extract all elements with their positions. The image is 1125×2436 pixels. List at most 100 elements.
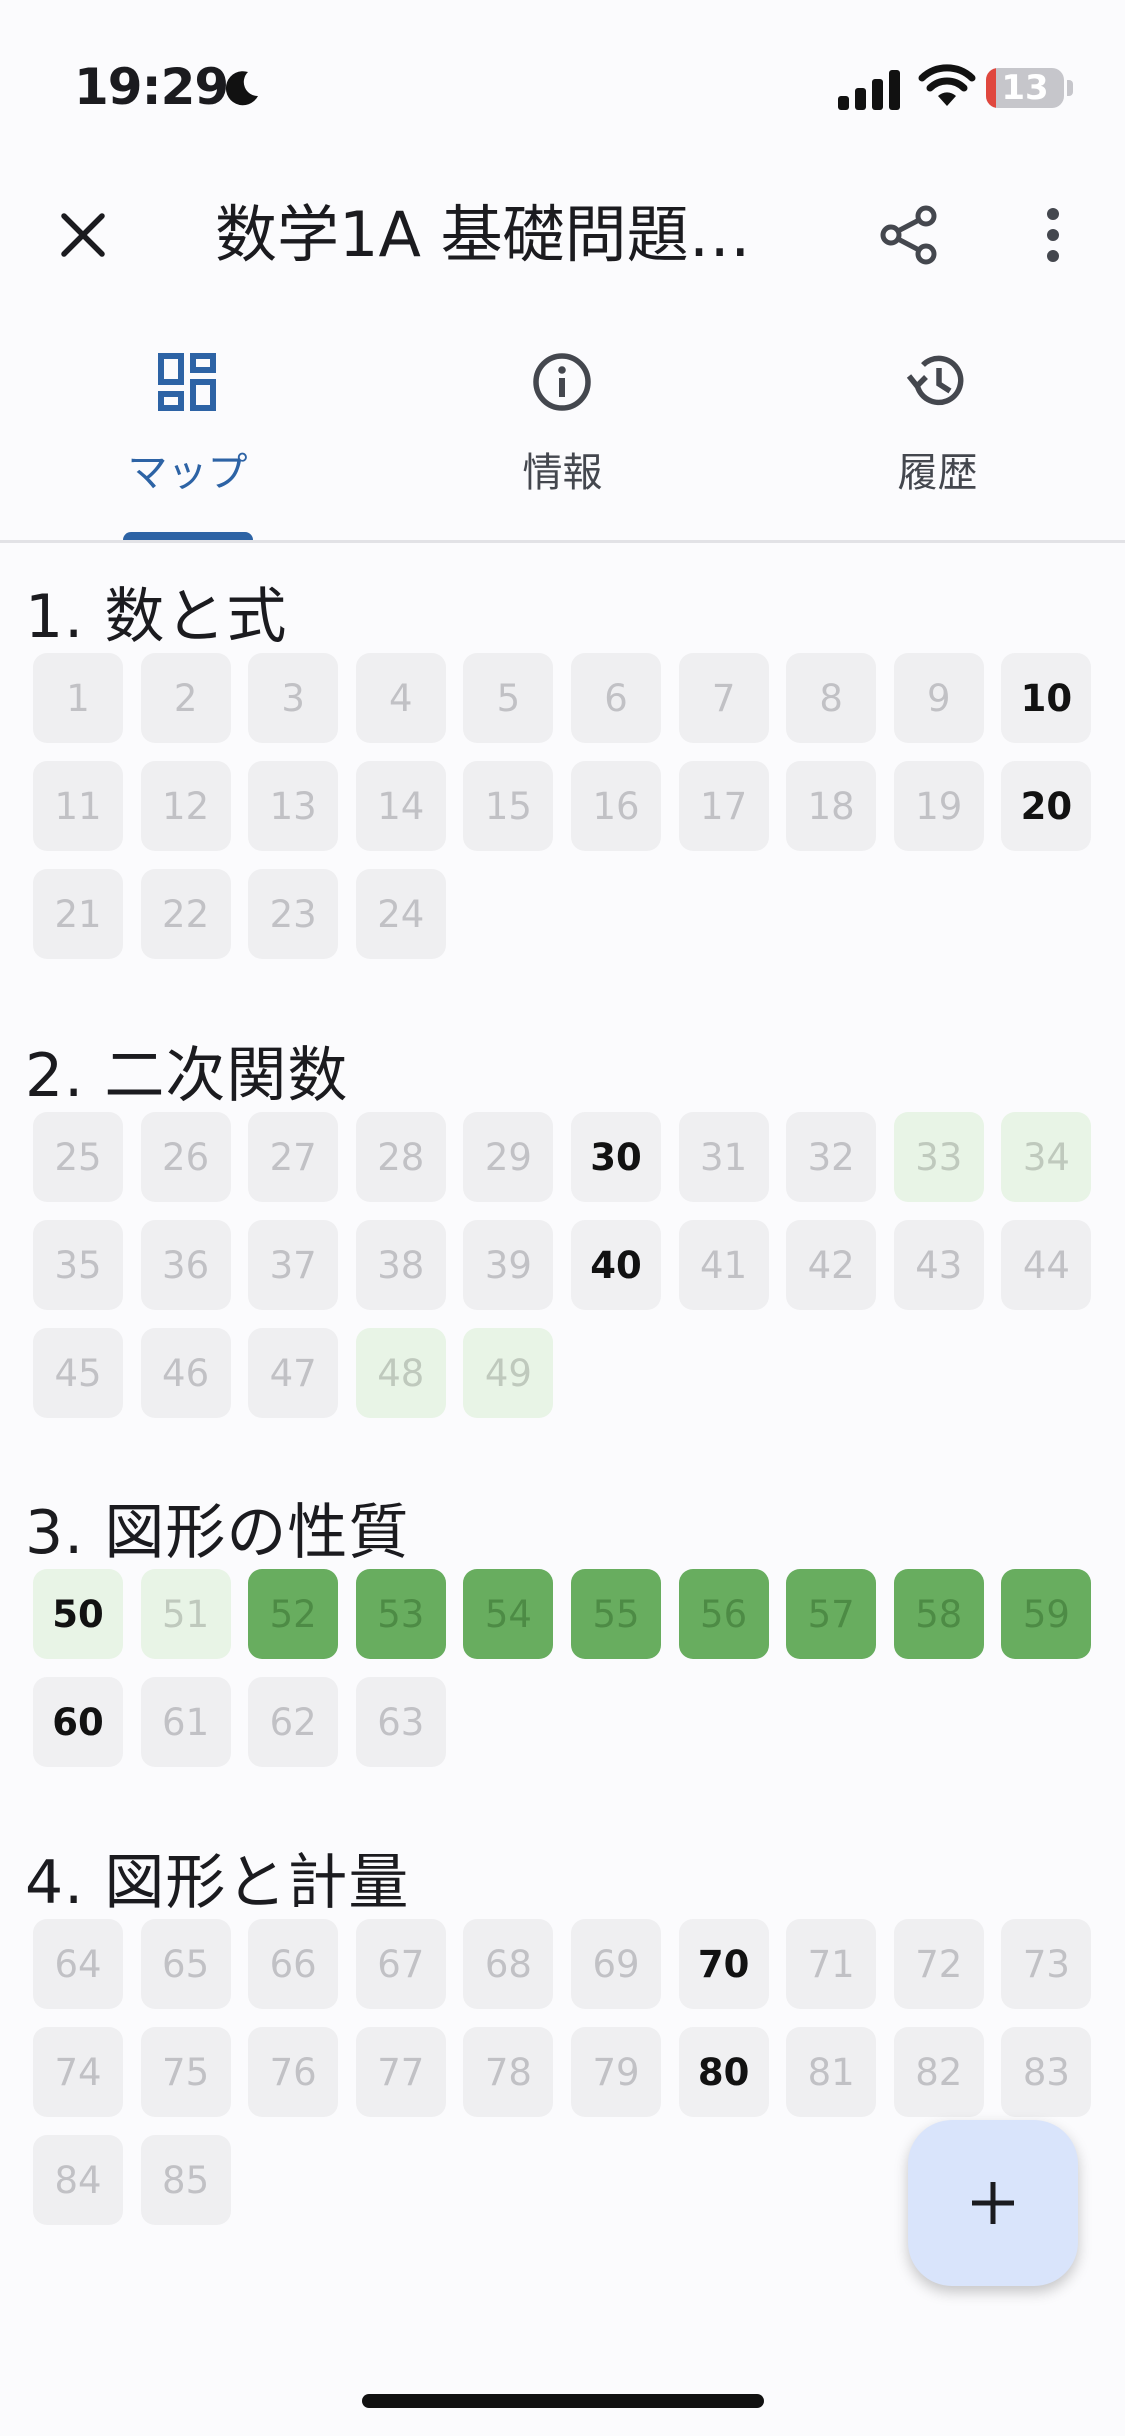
problem-cell-33[interactable]: 33 bbox=[893, 1112, 984, 1202]
problem-cell-53[interactable]: 53 bbox=[355, 1569, 446, 1659]
problem-cell-41[interactable]: 41 bbox=[678, 1220, 769, 1310]
problem-cell-45[interactable]: 45 bbox=[33, 1328, 123, 1418]
problem-cell-17[interactable]: 17 bbox=[678, 761, 769, 851]
problem-cell-50[interactable]: 50 bbox=[33, 1569, 123, 1659]
problem-cell-85[interactable]: 85 bbox=[140, 2135, 231, 2225]
status-time: 19:29 bbox=[74, 58, 229, 116]
problem-cell-79[interactable]: 79 bbox=[571, 2027, 661, 2117]
problem-cell-26[interactable]: 26 bbox=[140, 1112, 231, 1202]
problem-cell-46[interactable]: 46 bbox=[140, 1328, 231, 1418]
problem-cell-29[interactable]: 29 bbox=[463, 1112, 554, 1202]
problem-cell-12[interactable]: 12 bbox=[140, 761, 231, 851]
active-tab-indicator bbox=[123, 532, 253, 540]
problem-cell-77[interactable]: 77 bbox=[355, 2027, 446, 2117]
problem-cell-72[interactable]: 72 bbox=[893, 1919, 984, 2009]
problem-cell-61[interactable]: 61 bbox=[140, 1677, 231, 1767]
problem-cell-25[interactable]: 25 bbox=[33, 1112, 123, 1202]
problem-cell-13[interactable]: 13 bbox=[248, 761, 339, 851]
problem-cell-69[interactable]: 69 bbox=[571, 1919, 661, 2009]
problem-cell-22[interactable]: 22 bbox=[140, 869, 231, 959]
add-button[interactable] bbox=[908, 2120, 1078, 2286]
problem-cell-83[interactable]: 83 bbox=[1001, 2027, 1092, 2117]
problem-cell-4[interactable]: 4 bbox=[355, 653, 446, 743]
problem-cell-68[interactable]: 68 bbox=[463, 1919, 554, 2009]
problem-cell-80[interactable]: 80 bbox=[678, 2027, 769, 2117]
problem-cell-19[interactable]: 19 bbox=[893, 761, 984, 851]
problem-cell-56[interactable]: 56 bbox=[678, 1569, 769, 1659]
problem-cell-43[interactable]: 43 bbox=[893, 1220, 984, 1310]
problem-cell-82[interactable]: 82 bbox=[893, 2027, 984, 2117]
problem-cell-47[interactable]: 47 bbox=[248, 1328, 339, 1418]
problem-cell-62[interactable]: 62 bbox=[248, 1677, 339, 1767]
problem-cell-51[interactable]: 51 bbox=[140, 1569, 231, 1659]
problem-cell-23[interactable]: 23 bbox=[248, 869, 339, 959]
problem-cell-15[interactable]: 15 bbox=[463, 761, 554, 851]
problem-cell-42[interactable]: 42 bbox=[786, 1220, 877, 1310]
problem-cell-28[interactable]: 28 bbox=[355, 1112, 446, 1202]
problem-cell-5[interactable]: 5 bbox=[463, 653, 554, 743]
problem-cell-67[interactable]: 67 bbox=[355, 1919, 446, 2009]
problem-cell-52[interactable]: 52 bbox=[248, 1569, 339, 1659]
problem-cell-66[interactable]: 66 bbox=[248, 1919, 339, 2009]
problem-cell-59[interactable]: 59 bbox=[1001, 1569, 1092, 1659]
tab-info[interactable]: 情報 bbox=[375, 320, 750, 540]
problem-cell-2[interactable]: 2 bbox=[140, 653, 231, 743]
problem-cell-34[interactable]: 34 bbox=[1001, 1112, 1092, 1202]
problem-cell-71[interactable]: 71 bbox=[786, 1919, 877, 2009]
share-button[interactable] bbox=[864, 190, 954, 280]
problem-cell-11[interactable]: 11 bbox=[33, 761, 123, 851]
problem-cell-8[interactable]: 8 bbox=[786, 653, 877, 743]
problem-cell-84[interactable]: 84 bbox=[33, 2135, 123, 2225]
problem-cell-39[interactable]: 39 bbox=[463, 1220, 554, 1310]
more-options-button[interactable] bbox=[1008, 190, 1098, 280]
problem-cell-37[interactable]: 37 bbox=[248, 1220, 339, 1310]
problem-cell-1[interactable]: 1 bbox=[33, 653, 123, 743]
tab-info-label: 情報 bbox=[522, 450, 603, 496]
problem-cell-48[interactable]: 48 bbox=[355, 1328, 446, 1418]
problem-cell-55[interactable]: 55 bbox=[571, 1569, 661, 1659]
problem-cell-65[interactable]: 65 bbox=[140, 1919, 231, 2009]
problem-cell-35[interactable]: 35 bbox=[33, 1220, 123, 1310]
problem-cell-70[interactable]: 70 bbox=[678, 1919, 769, 2009]
problem-cell-64[interactable]: 64 bbox=[33, 1919, 123, 2009]
problem-cell-9[interactable]: 9 bbox=[893, 653, 984, 743]
problem-cell-75[interactable]: 75 bbox=[140, 2027, 231, 2117]
problem-cell-58[interactable]: 58 bbox=[893, 1569, 984, 1659]
problem-cell-27[interactable]: 27 bbox=[248, 1112, 339, 1202]
problem-cell-81[interactable]: 81 bbox=[786, 2027, 877, 2117]
problem-grid: 25 26 27 28 29 30 31 32 33 34 35 36 37 38 39 40 41 42 43 44… bbox=[33, 1112, 1095, 1436]
problem-cell-57[interactable]: 57 bbox=[786, 1569, 877, 1659]
problem-cell-30[interactable]: 30 bbox=[571, 1112, 661, 1202]
tab-map[interactable]: マップ bbox=[0, 320, 375, 540]
close-button[interactable] bbox=[38, 190, 128, 280]
problem-cell-10[interactable]: 10 bbox=[1001, 653, 1092, 743]
problem-cell-74[interactable]: 74 bbox=[33, 2027, 123, 2117]
problem-cell-73[interactable]: 73 bbox=[1001, 1919, 1092, 2009]
problem-cell-3[interactable]: 3 bbox=[248, 653, 339, 743]
problem-cell-78[interactable]: 78 bbox=[463, 2027, 554, 2117]
battery-indicator: 13 bbox=[986, 68, 1064, 108]
share-icon bbox=[880, 205, 937, 265]
moon-icon bbox=[225, 71, 258, 106]
problem-cell-31[interactable]: 31 bbox=[678, 1112, 769, 1202]
problem-cell-18[interactable]: 18 bbox=[786, 761, 877, 851]
tab-history[interactable]: 履歴 bbox=[750, 320, 1125, 540]
problem-cell-7[interactable]: 7 bbox=[678, 653, 769, 743]
problem-cell-14[interactable]: 14 bbox=[355, 761, 446, 851]
problem-cell-60[interactable]: 60 bbox=[33, 1677, 123, 1767]
problem-cell-24[interactable]: 24 bbox=[355, 869, 446, 959]
problem-cell-38[interactable]: 38 bbox=[355, 1220, 446, 1310]
history-icon bbox=[906, 355, 964, 406]
problem-cell-63[interactable]: 63 bbox=[355, 1677, 446, 1767]
problem-cell-20[interactable]: 20 bbox=[1001, 761, 1092, 851]
problem-cell-49[interactable]: 49 bbox=[463, 1328, 554, 1418]
problem-cell-21[interactable]: 21 bbox=[33, 869, 123, 959]
problem-cell-36[interactable]: 36 bbox=[140, 1220, 231, 1310]
problem-cell-54[interactable]: 54 bbox=[463, 1569, 554, 1659]
problem-cell-44[interactable]: 44 bbox=[1001, 1220, 1092, 1310]
problem-cell-16[interactable]: 16 bbox=[571, 761, 661, 851]
problem-cell-76[interactable]: 76 bbox=[248, 2027, 339, 2117]
problem-cell-6[interactable]: 6 bbox=[571, 653, 661, 743]
problem-cell-40[interactable]: 40 bbox=[571, 1220, 661, 1310]
problem-cell-32[interactable]: 32 bbox=[786, 1112, 877, 1202]
